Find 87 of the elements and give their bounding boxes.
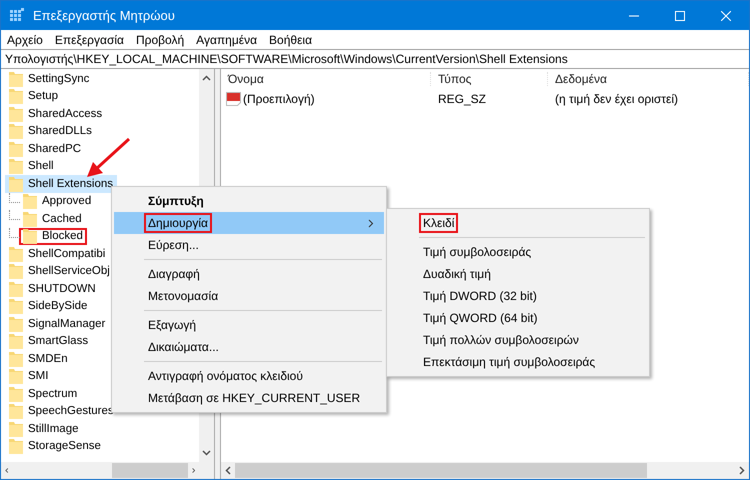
menu-bar-item[interactable]: Αρχείο — [1, 32, 49, 46]
scroll-right-icon[interactable] — [739, 466, 745, 475]
scrollbar[interactable] — [1, 462, 199, 479]
tree-item[interactable]: SMI — [5, 368, 52, 385]
menu-item[interactable]: Εξαγωγή — [114, 314, 384, 336]
scroll-down-icon[interactable] — [202, 450, 211, 456]
value-type: REG_SZ — [437, 92, 488, 106]
menu-item[interactable]: Τιμή DWORD (32 bit) — [389, 285, 647, 307]
value-data: (η τιμή δεν έχει οριστεί) — [554, 92, 680, 106]
folder-icon — [9, 386, 23, 402]
tree-item[interactable]: Shell — [5, 158, 58, 175]
folder-icon — [9, 403, 23, 420]
menu-item[interactable]: Μετονομασία — [114, 285, 384, 307]
address-field[interactable]: Υπολογιστής\HKEY_LOCAL_MACHINE\SOFTWARE\Microsoft\Windows\CurrentVersion\Shell Extensions — [1, 49, 749, 69]
tree-item[interactable]: SideBySide — [5, 298, 92, 315]
tree-item[interactable]: SignalManager — [5, 315, 110, 332]
window-title: Επεξεργαστής Μητρώου — [33, 8, 175, 23]
tree-item[interactable]: ShellCompatibi — [5, 245, 110, 262]
folder-icon — [9, 176, 23, 192]
tree-item[interactable]: Setup — [5, 88, 62, 105]
folder-icon — [9, 438, 23, 454]
maximize-icon — [675, 10, 685, 20]
menu-bar-item[interactable]: Προβολή — [130, 32, 190, 46]
menu-item[interactable]: Εύρεση... — [114, 234, 384, 256]
scrollbar[interactable] — [221, 462, 749, 479]
folder-icon — [9, 246, 23, 262]
tree-item[interactable]: SHUTDOWN — [5, 280, 100, 298]
folder-icon — [9, 280, 23, 297]
folder-icon — [9, 123, 23, 140]
menu-item[interactable]: Τιμή συμβολοσειράς — [389, 241, 647, 263]
tree-item[interactable]: Spectrum — [5, 385, 82, 402]
tree-item[interactable]: StillImage — [5, 420, 82, 438]
scroll-left-icon[interactable] — [5, 466, 8, 475]
tree-item[interactable]: Blocked — [19, 228, 87, 245]
chevron-icon — [368, 218, 374, 228]
folder-icon — [9, 298, 23, 314]
value-name: (Προεπιλογή) — [243, 92, 315, 106]
menu-item[interactable]: Αντιγραφή ονόματος κλειδιού — [114, 365, 384, 387]
tree-item[interactable]: Shell Extensions — [5, 175, 118, 192]
folder-icon — [23, 193, 37, 210]
folder-icon — [9, 140, 23, 157]
menu-item[interactable]: Σύμπτυξη — [114, 190, 384, 212]
folder-icon — [9, 88, 23, 104]
menu-item[interactable]: Επεκτάσιμη τιμή συμβολοσειράς — [389, 351, 647, 373]
folder-icon — [23, 210, 37, 227]
tree-item[interactable]: StorageSense — [5, 438, 105, 455]
column-header[interactable]: Όνομα — [221, 72, 431, 86]
folder-icon — [9, 158, 23, 174]
folder-icon — [23, 228, 37, 244]
column-header[interactable]: Δεδομένα — [548, 72, 749, 86]
menu-item[interactable]: Τιμή πολλών συμβολοσειρών — [389, 329, 647, 351]
folder-icon — [9, 420, 23, 437]
tree-item[interactable]: Approved — [19, 192, 96, 210]
folder-icon — [9, 333, 23, 350]
tree-item[interactable]: SharedPC — [5, 140, 86, 158]
scroll-up-icon[interactable] — [202, 75, 211, 81]
close-icon — [721, 10, 731, 20]
scroll-thumb[interactable] — [235, 463, 647, 478]
column-header[interactable]: Τύπος — [431, 72, 548, 86]
string-value-icon — [226, 92, 241, 106]
folder-icon — [9, 350, 23, 367]
tree-item[interactable]: SharedDLLs — [5, 122, 96, 140]
tree-item[interactable]: SettingSync — [5, 70, 94, 88]
menu-item[interactable]: Δημιουργία — [114, 212, 384, 234]
tree-item[interactable]: ShellServiceObj — [5, 262, 114, 280]
folder-icon — [9, 316, 23, 332]
annotation-arrow — [85, 137, 131, 179]
registry-icon — [9, 8, 25, 24]
tree-item[interactable]: SmartGlass — [5, 332, 92, 350]
folder-icon — [9, 106, 23, 122]
tree-item[interactable]: SharedAccess — [5, 105, 106, 122]
menu-item[interactable]: Δικαιώματα... — [114, 336, 384, 358]
tree-item[interactable]: Cached — [19, 210, 86, 228]
folder-icon — [9, 368, 23, 384]
menu-item[interactable]: Τιμή QWORD (64 bit) — [389, 307, 647, 329]
scroll-thumb[interactable] — [112, 463, 188, 478]
menu-item[interactable]: Κλειδί — [389, 212, 647, 234]
menu-bar-item[interactable]: Επεξεργασία — [48, 32, 130, 46]
menu-bar-item[interactable]: Βοήθεια — [263, 32, 318, 46]
scroll-right-icon[interactable] — [192, 466, 196, 475]
menu-item[interactable]: Δυαδική τιμή — [389, 263, 647, 285]
menu-bar-item[interactable]: Αγαπημένα — [190, 32, 264, 46]
tree-item[interactable]: SMDEn — [5, 350, 72, 368]
scroll-left-icon[interactable] — [225, 466, 231, 475]
menu-item[interactable]: Διαγραφή — [114, 263, 384, 285]
folder-icon — [9, 263, 23, 280]
folder-icon — [9, 70, 23, 87]
